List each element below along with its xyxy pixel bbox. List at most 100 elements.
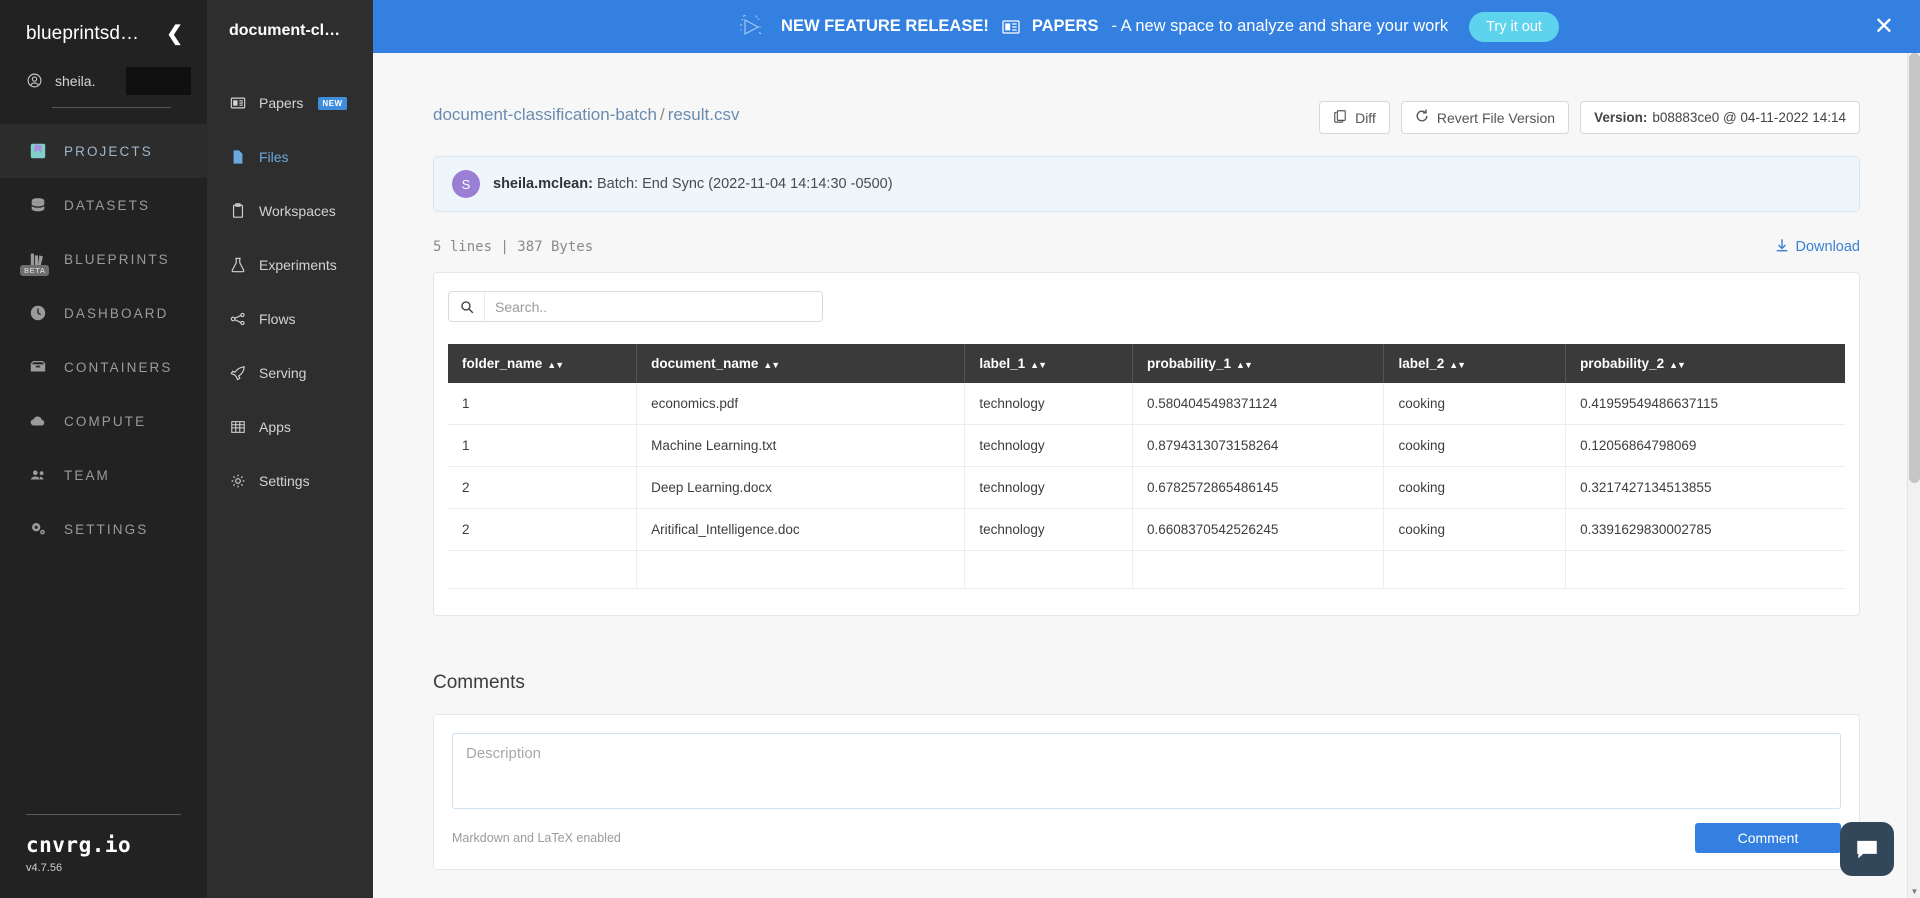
sidebar-item-compute[interactable]: COMPUTE bbox=[0, 394, 207, 448]
sidebar-item-team[interactable]: TEAM bbox=[0, 448, 207, 502]
project-item-workspaces[interactable]: Workspaces bbox=[207, 184, 373, 238]
search-box[interactable] bbox=[448, 291, 823, 322]
cell-document-name: Machine Learning.txt bbox=[636, 424, 966, 467]
cell-document-name: Deep Learning.docx bbox=[636, 466, 966, 509]
scroll-down-arrow-icon[interactable]: ▼ bbox=[1908, 884, 1920, 898]
experiments-icon bbox=[229, 257, 246, 274]
user-row[interactable]: sheila. bbox=[26, 67, 191, 95]
datasets-icon bbox=[28, 195, 48, 215]
sidebar-item-projects[interactable]: PROJECTS bbox=[0, 124, 207, 178]
cell-probability-1: 0.5804045498371124 bbox=[1132, 383, 1385, 425]
chevron-left-icon[interactable]: ❮ bbox=[160, 22, 189, 46]
project-nav-list: Papers NEW Files Workspaces Experiments … bbox=[207, 76, 373, 508]
comment-card: Markdown and LaTeX enabled Comment bbox=[433, 714, 1860, 870]
cell-probability-1: 0.8794313073158264 bbox=[1132, 424, 1385, 467]
download-label: Download bbox=[1795, 239, 1861, 255]
project-item-apps[interactable]: Apps bbox=[207, 400, 373, 454]
project-sidebar: document-cl… Papers NEW Files Workspaces… bbox=[207, 0, 373, 898]
table-row bbox=[448, 550, 1845, 589]
gear-icon bbox=[229, 473, 246, 490]
column-header-probability-2[interactable]: probability_2 ▲▼ bbox=[1565, 344, 1845, 383]
search-input[interactable] bbox=[485, 292, 822, 321]
sidebar-item-label: DASHBOARD bbox=[64, 305, 169, 321]
cell-label-1: technology bbox=[964, 383, 1133, 425]
user-avatar-icon bbox=[26, 72, 43, 89]
copy-icon bbox=[1333, 109, 1347, 126]
cell-label-1: technology bbox=[964, 466, 1133, 509]
sort-icon: ▲▼ bbox=[1449, 360, 1466, 370]
diff-button[interactable]: Diff bbox=[1319, 101, 1390, 134]
column-header-label: probability_1 bbox=[1147, 356, 1232, 371]
cell-probability-2 bbox=[1565, 550, 1845, 589]
table-header-row: folder_name ▲▼ document_name ▲▼ label_1 ▲▼ … bbox=[448, 344, 1845, 383]
project-item-label: Experiments bbox=[259, 257, 337, 273]
promo-tagline: - A new space to analyze and share your … bbox=[1111, 17, 1449, 35]
commit-author: sheila.mclean: bbox=[493, 176, 593, 192]
project-item-files[interactable]: Files bbox=[207, 130, 373, 184]
project-item-flows[interactable]: Flows bbox=[207, 292, 373, 346]
support-chat-button[interactable] bbox=[1840, 822, 1894, 876]
refresh-icon bbox=[1415, 109, 1429, 126]
project-item-papers[interactable]: Papers NEW bbox=[207, 76, 373, 130]
breadcrumb: document-classification-batch / result.csv bbox=[433, 101, 739, 125]
sidebar-item-settings[interactable]: SETTINGS bbox=[0, 502, 207, 556]
cell-folder-name bbox=[448, 550, 638, 589]
column-header-probability-1[interactable]: probability_1 ▲▼ bbox=[1132, 344, 1385, 383]
sidebar-item-dashboard[interactable]: DASHBOARD bbox=[0, 286, 207, 340]
redacted-user-suffix bbox=[126, 67, 191, 95]
comment-submit-button[interactable]: Comment bbox=[1695, 823, 1841, 853]
primary-sidebar: blueprintsd… ❮ sheila. PROJECTS DATASETS… bbox=[0, 0, 207, 898]
new-badge: NEW bbox=[318, 96, 347, 110]
sidebar-item-label: BLUEPRINTS bbox=[64, 251, 170, 267]
project-item-label: Workspaces bbox=[259, 203, 336, 219]
csv-table-head: folder_name ▲▼ document_name ▲▼ label_1 ▲▼ … bbox=[448, 344, 1845, 383]
comments-title: Comments bbox=[433, 672, 525, 693]
cell-label-1: technology bbox=[964, 508, 1133, 551]
revert-file-version-button[interactable]: Revert File Version bbox=[1400, 101, 1570, 134]
file-stats: 5 lines | 387 Bytes bbox=[433, 239, 594, 255]
main-content: NEW FEATURE RELEASE! PAPERS - A new spac… bbox=[373, 0, 1920, 898]
revert-button-label: Revert File Version bbox=[1436, 109, 1556, 126]
comment-footer: Markdown and LaTeX enabled Comment bbox=[452, 823, 1841, 853]
cell-document-name: economics.pdf bbox=[636, 383, 966, 425]
column-header-label-1[interactable]: label_1 ▲▼ bbox=[964, 344, 1133, 383]
sidebar-item-datasets[interactable]: DATASETS bbox=[0, 178, 207, 232]
scrollbar-thumb[interactable] bbox=[1909, 53, 1920, 483]
project-item-label: Papers bbox=[259, 95, 304, 111]
rocket-icon bbox=[734, 10, 768, 44]
promo-headline: NEW FEATURE RELEASE! bbox=[781, 17, 989, 35]
try-it-out-button[interactable]: Try it out bbox=[1469, 11, 1559, 42]
project-item-experiments[interactable]: Experiments bbox=[207, 238, 373, 292]
cell-label-2: cooking bbox=[1383, 466, 1567, 509]
breadcrumb-file-link[interactable]: result.csv bbox=[668, 105, 740, 124]
project-item-settings[interactable]: Settings bbox=[207, 454, 373, 508]
workspaces-icon bbox=[229, 203, 246, 220]
cell-probability-2: 0.3217427134513855 bbox=[1565, 466, 1845, 509]
serving-icon bbox=[229, 365, 246, 382]
application-root: blueprintsd… ❮ sheila. PROJECTS DATASETS… bbox=[0, 0, 1920, 898]
sidebar-item-blueprints[interactable]: BETA BLUEPRINTS bbox=[0, 232, 207, 286]
project-item-serving[interactable]: Serving bbox=[207, 346, 373, 400]
sidebar-item-containers[interactable]: CONTAINERS bbox=[0, 340, 207, 394]
cell-label-2: cooking bbox=[1383, 424, 1567, 467]
project-item-label: Serving bbox=[259, 365, 307, 381]
column-header-label-2[interactable]: label_2 ▲▼ bbox=[1383, 344, 1567, 383]
version-chip[interactable]: Version: b08883ce0 @ 04-11-2022 14:14 bbox=[1580, 101, 1860, 134]
close-icon[interactable]: ✕ bbox=[1874, 14, 1894, 39]
comment-textarea[interactable] bbox=[452, 733, 1841, 809]
column-header-folder-name[interactable]: folder_name ▲▼ bbox=[448, 344, 638, 383]
breadcrumb-project-link[interactable]: document-classification-batch bbox=[433, 105, 657, 124]
beta-badge: BETA bbox=[20, 265, 50, 276]
org-row: blueprintsd… ❮ bbox=[26, 22, 189, 46]
column-header-document-name[interactable]: document_name ▲▼ bbox=[636, 344, 966, 383]
file-icon bbox=[229, 149, 246, 166]
vertical-scrollbar[interactable]: ▲ ▼ bbox=[1907, 53, 1920, 898]
search-icon bbox=[449, 292, 485, 321]
version-chip-label: Version: bbox=[1594, 110, 1648, 125]
projects-icon bbox=[28, 141, 48, 161]
page-scroll-area: document-classification-batch / result.csv… bbox=[373, 53, 1920, 898]
org-name: blueprintsd… bbox=[26, 23, 140, 44]
settings-icon bbox=[28, 519, 48, 539]
download-button[interactable]: Download bbox=[1775, 238, 1861, 256]
csv-table-body: 1 economics.pdf technology 0.58040454983… bbox=[448, 383, 1845, 589]
